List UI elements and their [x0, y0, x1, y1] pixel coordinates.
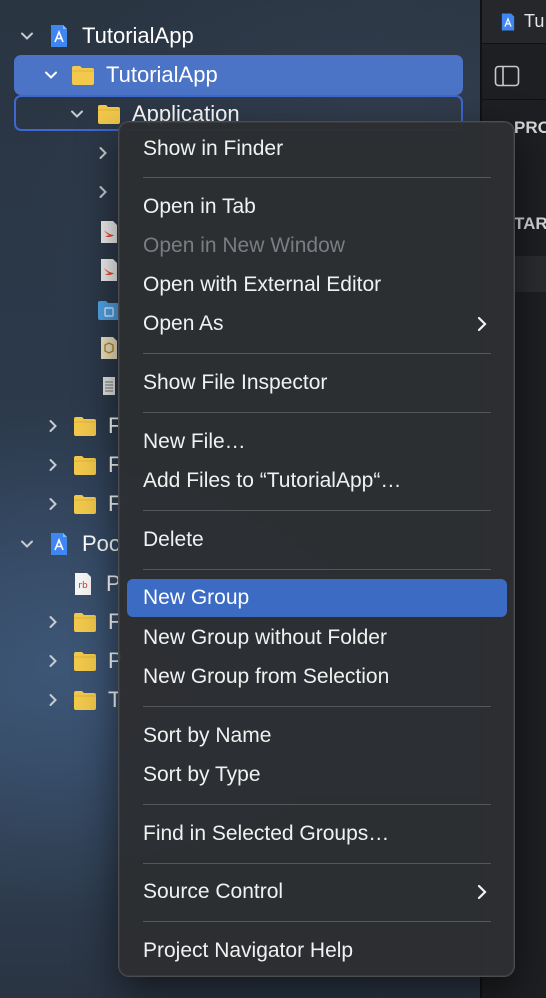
- menu-item-sort-by-name[interactable]: Sort by Name: [127, 717, 507, 755]
- menu-item-new-group-from-selection[interactable]: New Group from Selection: [127, 658, 507, 696]
- menu-item-new-file[interactable]: New File…: [127, 423, 507, 461]
- chevron-right-icon: [473, 315, 491, 333]
- menu-item-label: Add Files to “TutorialApp“…: [143, 469, 402, 492]
- chevron-right-icon[interactable]: [92, 174, 114, 210]
- folder-icon: [72, 648, 98, 674]
- menu-separator: [143, 353, 491, 354]
- context-menu: Show in Finder Open in Tab Open in New W…: [118, 121, 515, 977]
- editor-toolbar: [482, 52, 546, 100]
- folder-icon: [96, 101, 122, 127]
- menu-item-label: Sort by Name: [143, 724, 272, 747]
- menu-item-add-files[interactable]: Add Files to “TutorialApp“…: [127, 462, 507, 500]
- ruby-file-icon: rb: [70, 571, 96, 597]
- folder-icon: [72, 687, 98, 713]
- tree-row-label: Poo: [82, 531, 122, 556]
- menu-separator: [143, 412, 491, 413]
- menu-item-label: New Group without Folder: [143, 626, 387, 649]
- menu-item-label: Open with External Editor: [143, 273, 382, 296]
- menu-separator: [143, 569, 491, 570]
- tree-row-folder[interactable]: P: [42, 643, 123, 679]
- menu-separator: [143, 177, 491, 178]
- menu-item-delete[interactable]: Delete: [127, 521, 507, 559]
- project-file-icon: [46, 23, 72, 49]
- menu-item-label: Open As: [143, 312, 224, 335]
- tree-row-collapsed[interactable]: [92, 135, 114, 171]
- menu-item-open-in-new-window: Open in New Window: [127, 227, 507, 265]
- menu-item-label: New File…: [143, 430, 246, 453]
- chevron-right-icon[interactable]: [42, 682, 64, 718]
- chevron-right-icon: [473, 883, 491, 901]
- editor-tab-label: Tu: [524, 11, 545, 31]
- chevron-right-icon[interactable]: [42, 604, 64, 640]
- tree-row-folder[interactable]: T: [42, 682, 121, 718]
- menu-item-label: New Group from Selection: [143, 665, 390, 688]
- menu-item-label: Show File Inspector: [143, 371, 328, 394]
- sidebar-toggle-icon[interactable]: [494, 65, 520, 87]
- chevron-right-icon[interactable]: [42, 643, 64, 679]
- menu-item-show-in-finder[interactable]: Show in Finder: [127, 130, 507, 168]
- tree-row-project-pods[interactable]: Poo: [16, 526, 121, 562]
- menu-separator: [143, 510, 491, 511]
- chevron-down-icon[interactable]: [40, 57, 62, 93]
- tree-row-label: TutorialApp: [82, 23, 194, 48]
- tree-row-podfile[interactable]: rb P: [62, 566, 121, 602]
- menu-item-open-with-external-editor[interactable]: Open with External Editor: [127, 266, 507, 304]
- menu-item-label: Sort by Type: [143, 763, 261, 786]
- menu-item-label: Source Control: [143, 880, 284, 903]
- chevron-right-icon[interactable]: [42, 408, 64, 444]
- menu-item-source-control[interactable]: Source Control: [127, 873, 507, 911]
- menu-item-find-in-selected-groups[interactable]: Find in Selected Groups…: [127, 815, 507, 853]
- svg-text:rb: rb: [78, 581, 88, 591]
- project-file-icon: [46, 531, 72, 557]
- menu-item-label: Delete: [143, 528, 204, 551]
- menu-item-label: Show in Finder: [143, 137, 284, 160]
- editor-tab[interactable]: Tu: [482, 0, 546, 44]
- editor-section-label: PRO: [514, 118, 546, 137]
- menu-item-label: New Group: [143, 586, 250, 609]
- tree-row-label: TutorialApp: [106, 62, 218, 87]
- tree-row-collapsed[interactable]: [92, 174, 114, 210]
- chevron-right-icon[interactable]: [92, 135, 114, 171]
- menu-item-project-navigator-help[interactable]: Project Navigator Help: [127, 932, 507, 970]
- tree-row-folder[interactable]: F: [42, 486, 121, 522]
- chevron-right-icon[interactable]: [42, 447, 64, 483]
- menu-item-show-file-inspector[interactable]: Show File Inspector: [127, 364, 507, 402]
- chevron-down-icon[interactable]: [16, 18, 38, 54]
- menu-separator: [143, 921, 491, 922]
- chevron-right-icon[interactable]: [42, 486, 64, 522]
- menu-item-sort-by-type[interactable]: Sort by Type: [127, 756, 507, 794]
- menu-item-label: Find in Selected Groups…: [143, 822, 390, 845]
- menu-item-new-group[interactable]: New Group: [127, 579, 507, 617]
- menu-item-open-in-tab[interactable]: Open in Tab: [127, 188, 507, 226]
- chevron-down-icon[interactable]: [66, 96, 88, 132]
- project-file-icon: [498, 12, 518, 32]
- folder-icon: [70, 62, 96, 88]
- tree-row-folder[interactable]: F: [42, 447, 121, 483]
- folder-icon: [72, 452, 98, 478]
- folder-icon: [72, 609, 98, 635]
- menu-item-label: Project Navigator Help: [143, 939, 354, 962]
- menu-item-label: Open in New Window: [143, 234, 345, 257]
- tree-row-folder-tutorialapp[interactable]: TutorialApp: [40, 57, 218, 93]
- tree-row-folder[interactable]: F: [42, 408, 121, 444]
- editor-section-label: TAR: [514, 214, 546, 233]
- menu-separator: [143, 863, 491, 864]
- chevron-down-icon[interactable]: [16, 526, 38, 562]
- folder-icon: [72, 491, 98, 517]
- menu-separator: [143, 706, 491, 707]
- menu-separator: [143, 804, 491, 805]
- menu-item-new-group-without-folder[interactable]: New Group without Folder: [127, 619, 507, 657]
- tree-row-project-tutorialapp[interactable]: TutorialApp: [16, 18, 194, 54]
- menu-item-open-as[interactable]: Open As: [127, 305, 507, 343]
- folder-icon: [72, 413, 98, 439]
- tree-row-folder[interactable]: F: [42, 604, 121, 640]
- menu-item-label: Open in Tab: [143, 195, 256, 218]
